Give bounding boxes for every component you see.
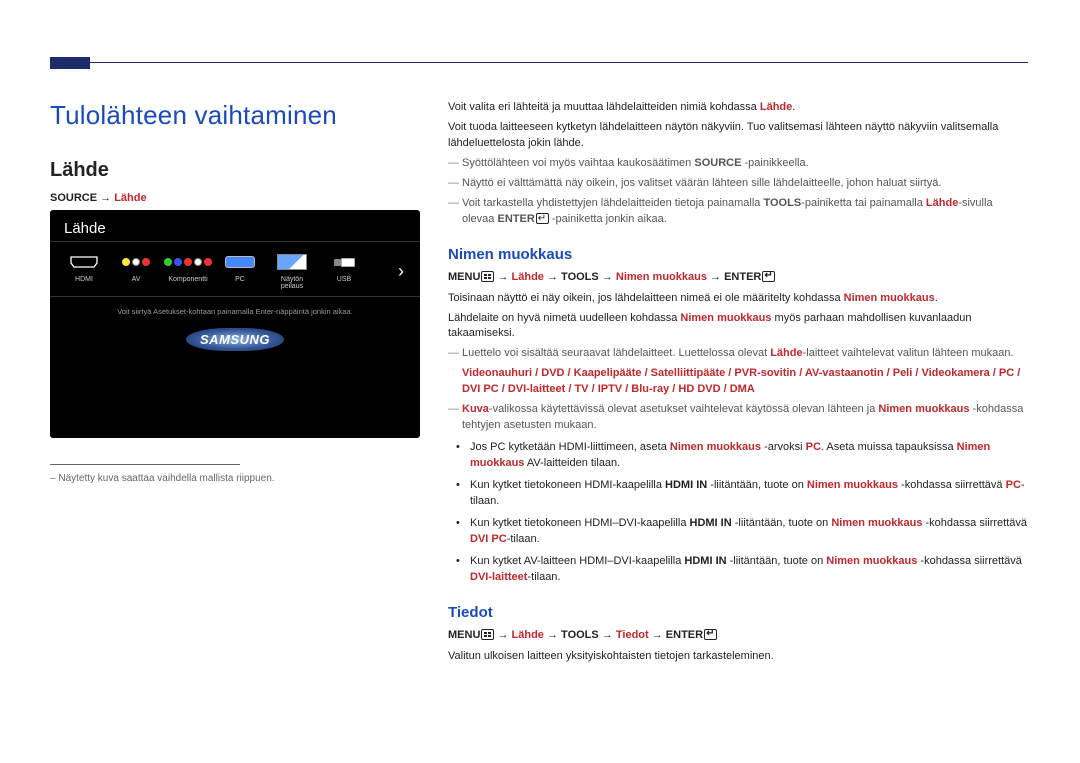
dash-note-3: Voit tarkastella yhdistettyjen lähdelait… <box>448 196 1028 228</box>
nimen-heading: Nimen muokkaus <box>448 246 1028 263</box>
section-title: Lähde <box>50 159 420 182</box>
source-label: Komponentti <box>166 276 210 283</box>
footnote-rule <box>50 464 240 465</box>
chevron-right-icon: › <box>394 261 408 282</box>
intro-p2: Voit tuoda laitteeseen kytketyn lähdelai… <box>448 120 1028 152</box>
component-icon <box>166 252 210 272</box>
nimen-menupath: MENU → Lähde → TOOLS → Nimen muokkaus → … <box>448 271 1028 283</box>
source-hdmi: HDMI <box>62 252 106 290</box>
bullet-3: Kun kytket tietokoneen HDMI–DVI-kaapelil… <box>456 516 1028 548</box>
top-rule <box>50 62 1028 64</box>
menu-icon <box>481 271 494 282</box>
bullet-2: Kun kytket tietokoneen HDMI-kaapelilla H… <box>456 478 1028 510</box>
source-component: Komponentti <box>166 252 210 290</box>
dash-note-1: Syöttölähteen voi myös vaihtaa kaukosäät… <box>448 156 1028 172</box>
source-label: USB <box>322 276 366 283</box>
source-label: PC <box>218 276 262 283</box>
source-pc: PC <box>218 252 262 290</box>
source-items: HDMI AV Komponentti <box>62 252 366 290</box>
nimen-dash-1: Luettelo voi sisältää seuraavat lähdelai… <box>448 346 1028 398</box>
device-list: Videonauhuri / DVD / Kaapelipääte / Sate… <box>462 366 1028 398</box>
intro-p1: Voit valita eri lähteitä ja muuttaa lähd… <box>448 100 1028 116</box>
enter-icon <box>536 213 549 224</box>
nimen-dash-2: Kuva-valikossa käytettävissä olevat aset… <box>448 402 1028 434</box>
right-column: Voit valita eri lähteitä ja muuttaa lähd… <box>448 100 1028 669</box>
usb-icon <box>322 252 366 272</box>
enter-icon <box>704 629 717 640</box>
path-lahde: Lähde <box>114 192 146 204</box>
source-label: AV <box>114 276 158 283</box>
footnote: Näytetty kuva saattaa vaihdella mallista… <box>50 473 420 484</box>
source-label: Näytön peilaus <box>270 276 314 290</box>
av-icon <box>114 252 158 272</box>
tiedot-menupath: MENU → Lähde → TOOLS → Tiedot → ENTER <box>448 629 1028 641</box>
source-usb: USB <box>322 252 366 290</box>
source-row: HDMI AV Komponentti <box>50 242 420 297</box>
left-column: Tulolähteen vaihtaminen Lähde SOURCE → L… <box>50 100 420 669</box>
page-title: Tulolähteen vaihtaminen <box>50 100 420 131</box>
mirror-icon <box>270 252 314 272</box>
source-label: HDMI <box>62 276 106 283</box>
nimen-bullets: Jos PC kytketään HDMI-liittimeen, aseta … <box>456 440 1028 586</box>
tiedot-p1: Valitun ulkoisen laitteen yksityiskohtai… <box>448 649 1028 665</box>
samsung-logo: SAMSUNG <box>50 328 420 351</box>
nimen-p1: Toisinaan näyttö ei näy oikein, jos lähd… <box>448 291 1028 307</box>
hdmi-icon <box>62 252 106 272</box>
enter-icon <box>762 271 775 282</box>
source-av: AV <box>114 252 158 290</box>
screenshot-hint: Voit siirtyä Asetukset-kohtaan painamall… <box>50 297 420 328</box>
page-container: Tulolähteen vaihtaminen Lähde SOURCE → L… <box>50 100 1028 669</box>
nimen-p2: Lähdelaite on hyvä nimetä uudelleen kohd… <box>448 311 1028 343</box>
source-mirror: Näytön peilaus <box>270 252 314 290</box>
source-path: SOURCE → Lähde <box>50 192 420 204</box>
screenshot-title: Lähde <box>50 210 420 242</box>
path-source: SOURCE <box>50 192 97 204</box>
menu-icon <box>481 629 494 640</box>
dash-note-2: Näyttö ei välttämättä näy oikein, jos va… <box>448 176 1028 192</box>
pc-icon <box>218 252 262 272</box>
tv-screenshot: Lähde HDMI AV <box>50 210 420 438</box>
tiedot-heading: Tiedot <box>448 604 1028 621</box>
bullet-4: Kun kytket AV-laitteen HDMI–DVI-kaapelil… <box>456 554 1028 586</box>
bullet-1: Jos PC kytketään HDMI-liittimeen, aseta … <box>456 440 1028 472</box>
